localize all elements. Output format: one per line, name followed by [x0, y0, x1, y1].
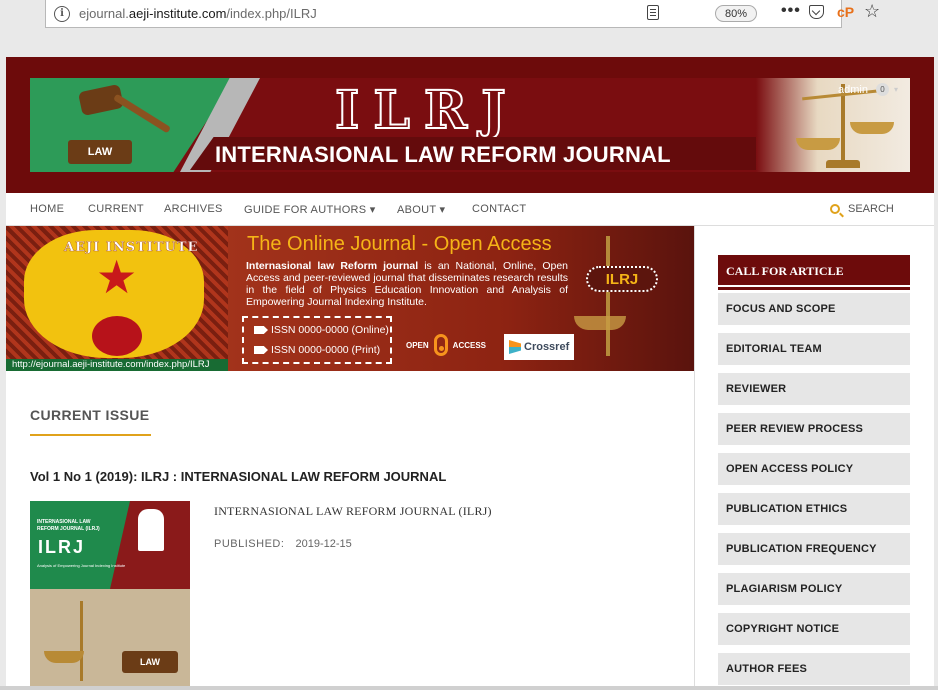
law-block-text: LAW — [68, 140, 132, 164]
arrow-icon — [254, 326, 268, 334]
crossref-icon — [509, 340, 521, 354]
cover-title: INTERNASIONAL LAW REFORM JOURNAL (ILRJ) — [37, 519, 100, 532]
star-icon: ★ — [96, 251, 138, 303]
horizontal-scrollbar[interactable] — [0, 686, 938, 690]
notification-badge: 0 — [875, 83, 889, 96]
sidebar-item-copyright-notice[interactable]: COPYRIGHT NOTICE — [718, 613, 910, 645]
nav-current[interactable]: CURRENT — [88, 203, 144, 215]
published-date: 2019-12-15 — [295, 538, 352, 550]
sidebar-item-reviewer[interactable]: REVIEWER — [718, 373, 910, 405]
call-for-article-heading[interactable]: CALL FOR ARTICLE — [718, 255, 910, 287]
journal-page: LAW ILRJ INTERNASIONAL LAW REFORM JOURNA… — [6, 57, 934, 690]
issue-description: INTERNASIONAL LAW REFORM JOURNAL (ILRJ) — [214, 504, 492, 518]
sidebar-item-focus-and-scope[interactable]: FOCUS AND SCOPE — [718, 293, 910, 325]
issn-box: ISSN 0000-0000 (Online) ISSN 0000-0000 (… — [242, 316, 392, 364]
journal-banner[interactable]: LAW ILRJ INTERNASIONAL LAW REFORM JOURNA… — [30, 78, 910, 172]
issn-online: ISSN 0000-0000 (Online) — [254, 324, 389, 336]
sidebar-item-publication-ethics[interactable]: PUBLICATION ETHICS — [718, 493, 910, 525]
cover-abbr: ILRJ — [38, 537, 86, 557]
crossref-logo: Crossref — [504, 334, 574, 360]
sidebar-item-peer-review-process[interactable]: PEER REVIEW PROCESS — [718, 413, 910, 445]
issue-cover-image[interactable]: INTERNASIONAL LAW REFORM JOURNAL (ILRJ) I… — [30, 501, 190, 690]
extension-button[interactable]: cP — [837, 4, 854, 20]
scientist-icon — [138, 509, 164, 551]
journal-logo-text: ILRJ — [334, 79, 520, 142]
site-info-icon[interactable]: i — [54, 5, 70, 22]
issue-title-link[interactable]: Vol 1 No 1 (2019): ILRJ : INTERNASIONAL … — [30, 469, 446, 484]
username: admin — [838, 83, 868, 96]
promo-description: Internasional law Reform journal is an N… — [246, 260, 569, 308]
nav-guide-for-authors[interactable]: GUIDE FOR AUTHORS ▾ — [244, 203, 376, 216]
sidebar-item-author-fees[interactable]: AUTHOR FEES — [718, 653, 910, 685]
journal-url[interactable]: http://ejournal.aeji-institute.com/index… — [6, 359, 234, 371]
scales-of-justice-icon — [606, 236, 610, 356]
promo-banner: AEJI INSTITUTE ★ http://ejournal.aeji-in… — [6, 226, 694, 371]
search-link[interactable]: SEARCH — [830, 203, 894, 215]
gavel-icon: LAW — [122, 651, 178, 673]
user-menu[interactable]: admin 0 ▾ — [838, 83, 898, 96]
main-navigation: HOME CURRENT ARCHIVES GUIDE FOR AUTHORS … — [6, 193, 934, 226]
chevron-down-icon: ▾ — [893, 85, 898, 94]
search-icon — [830, 204, 840, 214]
flower-icon — [92, 316, 142, 356]
zoom-level-button[interactable]: 80% — [715, 5, 757, 22]
open-access-lock-icon — [433, 334, 448, 356]
issn-print: ISSN 0000-0000 (Print) — [254, 344, 380, 356]
journal-title: INTERNASIONAL LAW REFORM JOURNAL — [215, 142, 671, 167]
page-actions-menu-icon[interactable]: ••• — [781, 2, 801, 20]
nav-home[interactable]: HOME — [30, 203, 64, 215]
sidebar-item-editorial-team[interactable]: EDITORIAL TEAM — [718, 333, 910, 365]
url-path: /index.php/ILRJ — [226, 6, 317, 21]
promo-headline: The Online Journal - Open Access — [247, 233, 552, 255]
nav-about[interactable]: ABOUT ▾ — [397, 203, 445, 216]
cover-subtitle: Analysis of Empowering Journal Indexing … — [37, 563, 126, 568]
sidebar-item-publication-frequency[interactable]: PUBLICATION FREQUENCY — [718, 533, 910, 565]
url-text[interactable]: ejournal.aeji-institute.com/index.php/IL… — [79, 6, 317, 21]
ilrj-badge: ILRJ — [586, 266, 658, 292]
pocket-icon[interactable] — [809, 5, 824, 19]
search-label: SEARCH — [848, 203, 894, 215]
nav-archives[interactable]: ARCHIVES — [164, 203, 223, 215]
open-access-logo: OPEN ACCESS — [406, 334, 486, 356]
site-header: LAW ILRJ INTERNASIONAL LAW REFORM JOURNA… — [6, 57, 934, 193]
bookmark-star-icon[interactable]: ☆ — [864, 1, 880, 22]
current-issue-heading: CURRENT ISSUE — [30, 407, 150, 423]
reader-view-icon[interactable] — [647, 5, 659, 20]
published-label: PUBLISHED: — [214, 538, 285, 550]
scales-of-justice-icon — [80, 601, 83, 681]
arrow-icon — [254, 346, 268, 354]
url-domain: aeji-institute.com — [128, 6, 227, 21]
sidebar-item-plagiarism-policy[interactable]: PLAGIARISM POLICY — [718, 573, 910, 605]
sidebar-item-open-access-policy[interactable]: OPEN ACCESS POLICY — [718, 453, 910, 485]
published-info: PUBLISHED: 2019-12-15 — [214, 538, 352, 550]
nav-contact[interactable]: CONTACT — [472, 203, 526, 215]
address-bar[interactable]: i ejournal.aeji-institute.com/index.php/… — [45, 0, 880, 28]
url-prefix: ejournal. — [79, 6, 129, 21]
